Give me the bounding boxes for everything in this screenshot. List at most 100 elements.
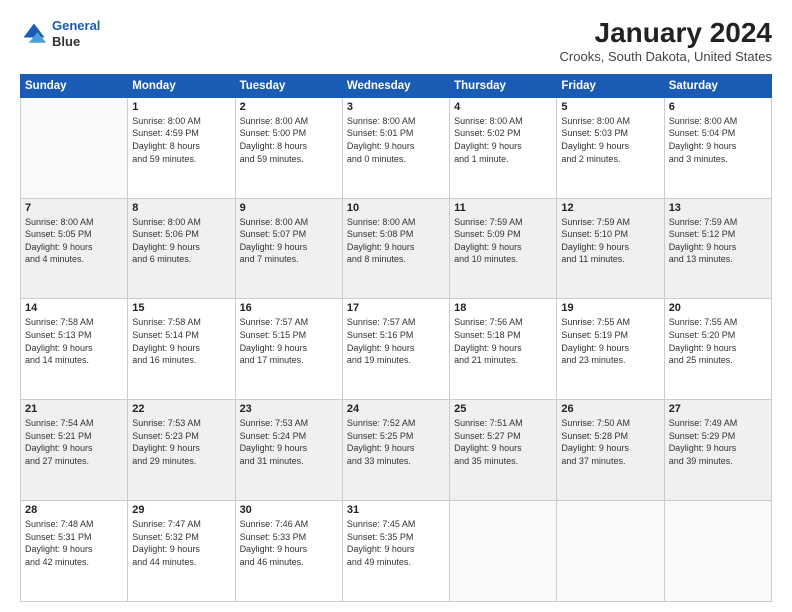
day-info: Sunrise: 7:47 AMSunset: 5:32 PMDaylight:…	[132, 518, 230, 568]
calendar-cell: 30Sunrise: 7:46 AMSunset: 5:33 PMDayligh…	[235, 501, 342, 602]
day-number: 19	[561, 302, 659, 314]
calendar-cell: 24Sunrise: 7:52 AMSunset: 5:25 PMDayligh…	[342, 400, 449, 501]
day-info: Sunrise: 7:49 AMSunset: 5:29 PMDaylight:…	[669, 417, 767, 467]
calendar-cell: 2 Sunrise: 8:00 AMSunset: 5:00 PMDaylight…	[235, 97, 342, 198]
calendar-week-row: 28 Sunrise: 7:48 AMSunset: 5:31 PMDayligh…	[21, 501, 772, 602]
col-header-saturday: Saturday	[664, 74, 771, 97]
day-number: 11	[454, 202, 552, 214]
day-info: Sunrise: 7:53 AMSunset: 5:24 PMDaylight:…	[240, 417, 338, 467]
calendar-cell: 9Sunrise: 8:00 AMSunset: 5:07 PMDaylight…	[235, 198, 342, 299]
calendar-cell: 14 Sunrise: 7:58 AMSunset: 5:13 PMDayligh…	[21, 299, 128, 400]
day-info: Sunrise: 7:51 AMSunset: 5:27 PMDaylight:…	[454, 417, 552, 467]
day-info: Sunrise: 8:00 AMSunset: 5:00 PMDaylight:…	[240, 115, 338, 165]
day-number: 12	[561, 202, 659, 214]
calendar-week-row: 21Sunrise: 7:54 AMSunset: 5:21 PMDayligh…	[21, 400, 772, 501]
calendar-cell: 1 Sunrise: 8:00 AMSunset: 4:59 PMDaylight…	[128, 97, 235, 198]
calendar-cell: 22 Sunrise: 7:53 AMSunset: 5:23 PMDayligh…	[128, 400, 235, 501]
calendar-week-row: 7Sunrise: 8:00 AMSunset: 5:05 PMDaylight…	[21, 198, 772, 299]
calendar-cell: 10 Sunrise: 8:00 AMSunset: 5:08 PMDayligh…	[342, 198, 449, 299]
page-subtitle: Crooks, South Dakota, United States	[560, 49, 772, 64]
day-info: Sunrise: 8:00 AMSunset: 5:04 PMDaylight:…	[669, 115, 767, 165]
day-number: 30	[240, 504, 338, 516]
day-info: Sunrise: 8:00 AMSunset: 5:02 PMDaylight:…	[454, 115, 552, 165]
calendar-cell: 6Sunrise: 8:00 AMSunset: 5:04 PMDaylight…	[664, 97, 771, 198]
day-info: Sunrise: 8:00 AMSunset: 5:01 PMDaylight:…	[347, 115, 445, 165]
calendar-cell: 25 Sunrise: 7:51 AMSunset: 5:27 PMDayligh…	[450, 400, 557, 501]
day-number: 1	[132, 101, 230, 113]
calendar-cell	[664, 501, 771, 602]
col-header-wednesday: Wednesday	[342, 74, 449, 97]
calendar-cell: 26 Sunrise: 7:50 AMSunset: 5:28 PMDayligh…	[557, 400, 664, 501]
calendar-cell: 20 Sunrise: 7:55 AMSunset: 5:20 PMDayligh…	[664, 299, 771, 400]
day-info: Sunrise: 7:57 AMSunset: 5:16 PMDaylight:…	[347, 316, 445, 366]
col-header-sunday: Sunday	[21, 74, 128, 97]
day-number: 2	[240, 101, 338, 113]
logo: General Blue	[20, 18, 100, 49]
logo-text: General Blue	[52, 18, 100, 49]
day-number: 28	[25, 504, 123, 516]
page: General Blue January 2024 Crooks, South …	[0, 0, 792, 612]
calendar-cell: 28 Sunrise: 7:48 AMSunset: 5:31 PMDayligh…	[21, 501, 128, 602]
day-number: 23	[240, 403, 338, 415]
page-title: January 2024	[560, 18, 772, 49]
day-number: 27	[669, 403, 767, 415]
day-number: 7	[25, 202, 123, 214]
day-number: 10	[347, 202, 445, 214]
calendar-cell: 31Sunrise: 7:45 AMSunset: 5:35 PMDayligh…	[342, 501, 449, 602]
day-number: 8	[132, 202, 230, 214]
day-number: 26	[561, 403, 659, 415]
calendar-cell: 27 Sunrise: 7:49 AMSunset: 5:29 PMDayligh…	[664, 400, 771, 501]
header: General Blue January 2024 Crooks, South …	[20, 18, 772, 64]
header-row: SundayMondayTuesdayWednesdayThursdayFrid…	[21, 74, 772, 97]
calendar-cell: 5Sunrise: 8:00 AMSunset: 5:03 PMDaylight…	[557, 97, 664, 198]
day-info: Sunrise: 7:53 AMSunset: 5:23 PMDaylight:…	[132, 417, 230, 467]
day-info: Sunrise: 7:50 AMSunset: 5:28 PMDaylight:…	[561, 417, 659, 467]
col-header-tuesday: Tuesday	[235, 74, 342, 97]
day-info: Sunrise: 7:58 AMSunset: 5:14 PMDaylight:…	[132, 316, 230, 366]
day-info: Sunrise: 8:00 AMSunset: 4:59 PMDaylight:…	[132, 115, 230, 165]
day-info: Sunrise: 7:58 AMSunset: 5:13 PMDaylight:…	[25, 316, 123, 366]
calendar-cell: 11 Sunrise: 7:59 AMSunset: 5:09 PMDayligh…	[450, 198, 557, 299]
day-number: 14	[25, 302, 123, 314]
calendar-cell	[450, 501, 557, 602]
day-number: 9	[240, 202, 338, 214]
calendar-cell: 12Sunrise: 7:59 AMSunset: 5:10 PMDayligh…	[557, 198, 664, 299]
calendar-cell	[21, 97, 128, 198]
day-number: 31	[347, 504, 445, 516]
day-number: 21	[25, 403, 123, 415]
col-header-thursday: Thursday	[450, 74, 557, 97]
calendar-cell: 17 Sunrise: 7:57 AMSunset: 5:16 PMDayligh…	[342, 299, 449, 400]
day-number: 24	[347, 403, 445, 415]
day-info: Sunrise: 7:57 AMSunset: 5:15 PMDaylight:…	[240, 316, 338, 366]
day-info: Sunrise: 7:55 AMSunset: 5:19 PMDaylight:…	[561, 316, 659, 366]
day-number: 29	[132, 504, 230, 516]
day-info: Sunrise: 8:00 AMSunset: 5:06 PMDaylight:…	[132, 216, 230, 266]
calendar-cell: 4Sunrise: 8:00 AMSunset: 5:02 PMDaylight…	[450, 97, 557, 198]
calendar-cell: 21Sunrise: 7:54 AMSunset: 5:21 PMDayligh…	[21, 400, 128, 501]
title-block: January 2024 Crooks, South Dakota, Unite…	[560, 18, 772, 64]
calendar-table: SundayMondayTuesdayWednesdayThursdayFrid…	[20, 74, 772, 602]
calendar-cell: 8 Sunrise: 8:00 AMSunset: 5:06 PMDaylight…	[128, 198, 235, 299]
day-info: Sunrise: 7:59 AMSunset: 5:09 PMDaylight:…	[454, 216, 552, 266]
day-info: Sunrise: 7:55 AMSunset: 5:20 PMDaylight:…	[669, 316, 767, 366]
calendar-cell: 3 Sunrise: 8:00 AMSunset: 5:01 PMDaylight…	[342, 97, 449, 198]
day-info: Sunrise: 7:59 AMSunset: 5:12 PMDaylight:…	[669, 216, 767, 266]
day-number: 18	[454, 302, 552, 314]
day-number: 22	[132, 403, 230, 415]
calendar-week-row: 1 Sunrise: 8:00 AMSunset: 4:59 PMDaylight…	[21, 97, 772, 198]
calendar-cell: 29 Sunrise: 7:47 AMSunset: 5:32 PMDayligh…	[128, 501, 235, 602]
day-number: 5	[561, 101, 659, 113]
logo-icon	[20, 20, 48, 48]
calendar-cell: 16Sunrise: 7:57 AMSunset: 5:15 PMDayligh…	[235, 299, 342, 400]
day-info: Sunrise: 8:00 AMSunset: 5:08 PMDaylight:…	[347, 216, 445, 266]
day-number: 20	[669, 302, 767, 314]
calendar-week-row: 14 Sunrise: 7:58 AMSunset: 5:13 PMDayligh…	[21, 299, 772, 400]
col-header-monday: Monday	[128, 74, 235, 97]
day-number: 25	[454, 403, 552, 415]
day-info: Sunrise: 7:48 AMSunset: 5:31 PMDaylight:…	[25, 518, 123, 568]
day-number: 17	[347, 302, 445, 314]
calendar-cell: 15Sunrise: 7:58 AMSunset: 5:14 PMDayligh…	[128, 299, 235, 400]
calendar-cell: 18Sunrise: 7:56 AMSunset: 5:18 PMDayligh…	[450, 299, 557, 400]
calendar-cell: 23 Sunrise: 7:53 AMSunset: 5:24 PMDayligh…	[235, 400, 342, 501]
day-number: 3	[347, 101, 445, 113]
